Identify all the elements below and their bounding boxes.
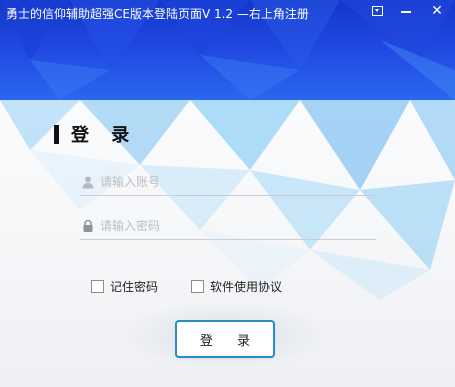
heading-accent-bar xyxy=(54,124,59,144)
login-window: 勇士的信仰辅助超强CE版本登陆页面V 1.2 —右上角注册 ✕ 登 录 请输入账… xyxy=(0,0,455,387)
account-field[interactable] xyxy=(80,170,376,196)
agreement-label: 软件使用协议 xyxy=(210,280,283,294)
checkbox-box[interactable] xyxy=(191,280,204,293)
password-field[interactable] xyxy=(80,214,376,240)
minimize-button[interactable] xyxy=(392,0,420,22)
remember-password-label: 记住密码 xyxy=(110,280,159,294)
minimize-icon xyxy=(401,11,411,13)
close-icon: ✕ xyxy=(431,3,443,19)
lock-icon xyxy=(83,219,93,232)
user-icon xyxy=(82,176,94,189)
login-heading: 登 录 xyxy=(54,121,137,147)
agreement-checkbox[interactable]: 软件使用协议 xyxy=(191,278,282,295)
title-bar[interactable]: 勇士的信仰辅助超强CE版本登陆页面V 1.2 —右上角注册 ✕ xyxy=(0,0,455,24)
login-button[interactable]: 登 录 xyxy=(175,320,275,358)
password-input[interactable] xyxy=(100,216,370,236)
dropdown-menu-icon xyxy=(371,6,383,16)
checkbox-box[interactable] xyxy=(91,280,104,293)
close-button[interactable]: ✕ xyxy=(421,0,453,22)
page-title: 登 录 xyxy=(71,125,138,146)
remember-password-checkbox[interactable]: 记住密码 xyxy=(91,278,158,295)
dropdown-menu-button[interactable] xyxy=(363,0,391,22)
window-title: 勇士的信仰辅助超强CE版本登陆页面V 1.2 —右上角注册 xyxy=(6,7,309,21)
account-input[interactable] xyxy=(100,172,370,192)
